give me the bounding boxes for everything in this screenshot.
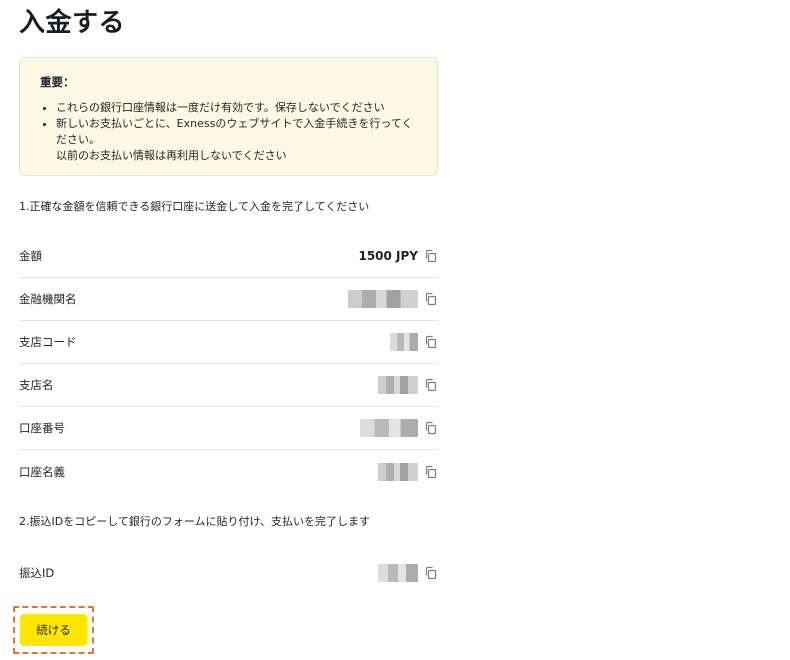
- detail-label: 口座番号: [19, 421, 65, 435]
- detail-label: 振込ID: [19, 565, 55, 580]
- continue-button-highlight: 続ける: [13, 606, 94, 654]
- copy-icon[interactable]: [424, 378, 438, 392]
- copy-icon[interactable]: [424, 421, 438, 435]
- detail-row-branch-code: 支店コード: [19, 321, 438, 364]
- detail-label: 金融機関名: [19, 292, 77, 306]
- copy-icon[interactable]: [424, 249, 438, 263]
- step-1-instruction: 1.正確な金額を信頼できる銀行口座に送金して入金を完了してください: [19, 200, 370, 213]
- redacted-value: [378, 563, 418, 582]
- redacted-value: [378, 462, 418, 481]
- notice-list: これらの銀行口座情報は一度だけ有効です。保存しないでください 新しいお支払いごと…: [40, 100, 417, 164]
- detail-value-group: [360, 419, 438, 437]
- page-title: 入金する: [19, 8, 126, 38]
- detail-value-group: 1500 JPY: [358, 248, 438, 264]
- copy-icon[interactable]: [424, 566, 438, 580]
- detail-row-bank-name: 金融機関名: [19, 278, 438, 321]
- detail-row-branch-name: 支店名: [19, 364, 438, 407]
- detail-value-group: [378, 563, 438, 582]
- copy-icon[interactable]: [424, 465, 438, 479]
- notice-item-line: 新しいお支払いごとに、Exnessのウェブサイトで入金手続きを行ってください。: [56, 117, 413, 146]
- detail-label: 支店名: [19, 378, 54, 392]
- important-notice: 重要： これらの銀行口座情報は一度だけ有効です。保存しないでください 新しいお支…: [19, 57, 438, 176]
- notice-title: 重要：: [40, 75, 75, 89]
- copy-icon[interactable]: [424, 335, 438, 349]
- detail-label: 支店コード: [19, 335, 77, 349]
- copy-icon[interactable]: [424, 292, 438, 306]
- detail-row-account-number: 口座番号: [19, 407, 438, 450]
- notice-item-line: 以前のお支払い情報は再利用しないでください: [56, 149, 287, 162]
- detail-label: 金額: [19, 249, 42, 263]
- detail-row-transfer-id: 振込ID: [19, 551, 438, 594]
- notice-item: これらの銀行口座情報は一度だけ有効です。保存しないでください: [56, 100, 417, 116]
- redacted-value: [390, 333, 418, 351]
- detail-row-account-holder: 口座名義: [19, 450, 438, 493]
- redacted-value: [348, 290, 418, 308]
- detail-value-group: [348, 290, 438, 308]
- continue-button[interactable]: 続ける: [20, 614, 87, 646]
- bank-details-list: 金額 1500 JPY 金融機関名 支店コード 支店名 口座番号 口座名義: [19, 235, 438, 493]
- transfer-id-section: 振込ID: [19, 551, 438, 594]
- detail-row-amount: 金額 1500 JPY: [19, 235, 438, 278]
- detail-value-group: [390, 333, 438, 351]
- detail-value-group: [378, 462, 438, 481]
- detail-value-group: [378, 376, 438, 394]
- amount-value: 1500 JPY: [358, 249, 418, 263]
- redacted-value: [378, 376, 418, 394]
- notice-item: 新しいお支払いごとに、Exnessのウェブサイトで入金手続きを行ってください。 …: [56, 116, 417, 164]
- detail-label: 口座名義: [19, 464, 65, 479]
- redacted-value: [360, 419, 418, 437]
- step-2-instruction: 2.振込IDをコピーして銀行のフォームに貼り付け、支払いを完了します: [19, 515, 370, 528]
- deposit-page: 入金する 重要： これらの銀行口座情報は一度だけ有効です。保存しないでください …: [0, 0, 790, 660]
